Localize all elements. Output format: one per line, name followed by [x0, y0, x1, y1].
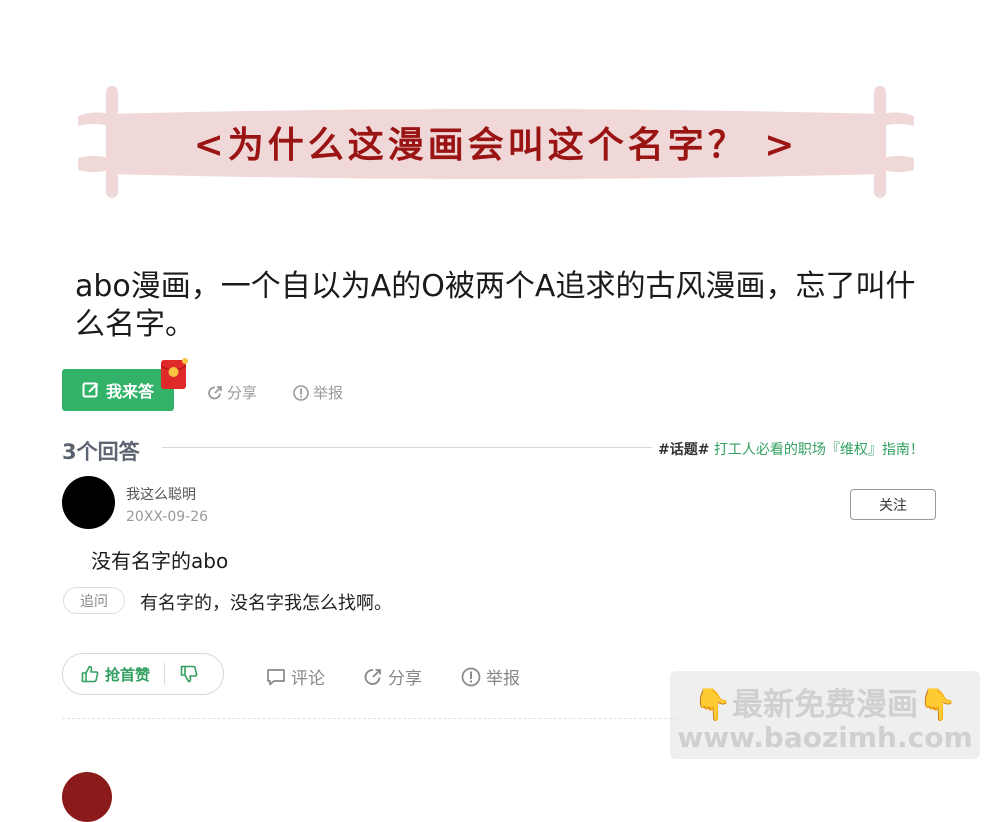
- avatar[interactable]: [62, 476, 115, 529]
- question-report-button[interactable]: 举报: [293, 382, 343, 403]
- follow-button[interactable]: 关注: [850, 489, 936, 520]
- answer-report-button[interactable]: 举报: [461, 664, 520, 689]
- share-icon: [208, 385, 222, 399]
- followup-tag: 追问: [63, 587, 125, 614]
- watermark-line1: 👇最新免费漫画👇: [693, 687, 957, 723]
- red-packet-icon: [160, 358, 188, 389]
- comment-label: 评论: [291, 669, 325, 689]
- answer-share-button[interactable]: 分享: [363, 664, 422, 689]
- vote-pill: 抢首赞: [62, 653, 224, 695]
- report-icon: [293, 384, 309, 401]
- watermark-url: www.baozimh.com: [677, 721, 973, 754]
- comment-button[interactable]: 评论: [266, 664, 325, 689]
- question-text: abo漫画，一个自以为A的O被两个A追求的古风漫画，忘了叫什么名字。: [75, 269, 916, 342]
- banner-title: <为什么这漫画会叫这个名字？ >: [193, 124, 799, 166]
- followup-text: 有名字的，没名字我怎么找啊。: [140, 593, 392, 614]
- divider: [162, 447, 652, 448]
- report-icon: [461, 667, 481, 686]
- thumbs-down-icon: [180, 665, 198, 683]
- like-button[interactable]: 抢首赞: [63, 664, 150, 685]
- answer-date: 20XX-09-26: [126, 509, 209, 525]
- answer-content: 没有名字的abo: [91, 549, 229, 573]
- answer-share-label: 分享: [388, 669, 422, 689]
- answers-count: 3个回答: [62, 440, 140, 464]
- question-share-label: 分享: [227, 384, 258, 402]
- username[interactable]: 我这么聪明: [126, 484, 196, 504]
- answer-button[interactable]: 我来答: [62, 369, 174, 411]
- edit-icon: [82, 382, 99, 398]
- topic-label: 打工人必看的职场『维权』指南！: [709, 442, 924, 458]
- question-report-label: 举报: [313, 384, 344, 402]
- divider: [62, 718, 682, 719]
- share-icon: [364, 668, 381, 685]
- comment-icon: [267, 668, 285, 685]
- dislike-button[interactable]: [165, 665, 213, 683]
- thumbs-up-icon: [81, 665, 99, 683]
- watermark: 👇最新免费漫画👇 www.baozimh.com: [670, 671, 980, 759]
- like-label: 抢首赞: [105, 665, 151, 684]
- topic-hash: #话题#: [658, 442, 710, 458]
- answer-button-label: 我来答: [105, 382, 154, 401]
- topic-link[interactable]: #话题# 打工人必看的职场『维权』指南！: [658, 439, 924, 459]
- answer-report-label: 举报: [486, 669, 520, 689]
- next-answer-avatar[interactable]: [62, 772, 112, 822]
- title-banner: <为什么这漫画会叫这个名字？ >: [78, 86, 914, 198]
- question-share-button[interactable]: 分享: [207, 382, 257, 403]
